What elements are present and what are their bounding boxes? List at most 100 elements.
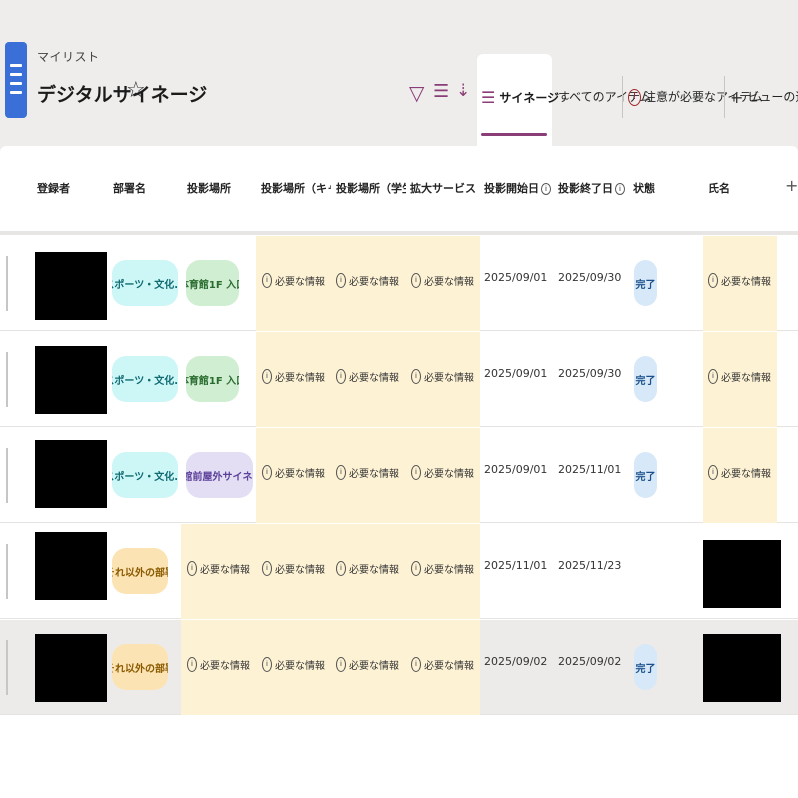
redacted-registrant (35, 252, 107, 320)
required-info: i 必要な情報 (336, 561, 399, 576)
add-view-label: ビューの追加 (747, 90, 798, 104)
start-date: 2025/09/01 (484, 367, 548, 380)
end-date: 2025/11/23 (558, 559, 622, 572)
column-header-department[interactable]: 部署名 (113, 180, 146, 196)
required-info: i 必要な情報 (708, 465, 771, 480)
required-info: i 必要な情報 (187, 657, 250, 672)
required-info: i 必要な情報 (262, 273, 325, 288)
column-header-start-date[interactable]: 投影開始日 i (484, 180, 551, 196)
column-header-location-student[interactable]: 投影場所（学生課） (336, 180, 406, 196)
required-info: i 必要な情報 (411, 465, 474, 480)
column-header-label: 投影開始日 (484, 182, 539, 195)
required-info: i 必要な情報 (708, 273, 771, 288)
column-header-location-career[interactable]: 投影場所（キャリ... (261, 180, 331, 196)
info-icon: i (336, 465, 346, 480)
page-title[interactable]: デジタルサイネージ (37, 80, 207, 107)
star-outline-icon[interactable]: ☆ (126, 80, 146, 102)
info-icon: i (262, 273, 272, 288)
tab-signage[interactable]: ☰ サイネージ ⌄ (477, 54, 571, 146)
table-row[interactable]: スポーツ・文化... 体育館1F 入口 i必要な情報 i必要な情報 i必要な情報… (0, 236, 798, 331)
row-select-handle[interactable] (6, 256, 8, 311)
info-icon: i (187, 561, 197, 576)
list-icon (5, 42, 27, 118)
column-header-end-date[interactable]: 投影終了日 i (558, 180, 625, 196)
sort-icon[interactable]: ⇣ (456, 83, 470, 100)
info-icon: i (262, 561, 272, 576)
required-info: i 必要な情報 (411, 561, 474, 576)
row-select-handle[interactable] (6, 544, 8, 599)
list-view-icon: ☰ (481, 88, 496, 107)
required-label: 必要な情報 (275, 373, 325, 384)
list-header: マイリスト デジタルサイネージ ☆ ▽ ☰ ⇣ ☰ サイネージ ⌄ すべてのアイ… (0, 0, 798, 146)
info-icon: i (411, 561, 421, 576)
redacted-registrant (35, 346, 107, 414)
status-badge: 完了 (634, 260, 657, 306)
required-label: 必要な情報 (424, 565, 474, 576)
required-label: 必要な情報 (721, 373, 771, 384)
table-row[interactable]: それ以外の部署 i必要な情報 i必要な情報 i必要な情報 i必要な情報 2025… (0, 620, 798, 715)
required-info: i 必要な情報 (336, 657, 399, 672)
required-label: 必要な情報 (349, 373, 399, 384)
group-by-icon[interactable]: ☰ (433, 83, 449, 101)
redacted-name (703, 634, 781, 702)
end-date: 2025/09/30 (558, 367, 622, 380)
row-select-handle[interactable] (6, 352, 8, 407)
tab-label: サイネージ (499, 91, 560, 105)
column-header-status[interactable]: 状態 (633, 180, 655, 196)
status-badge: 完了 (634, 644, 657, 690)
table-row[interactable]: それ以外の部署 i必要な情報 i必要な情報 i必要な情報 i必要な情報 2025… (0, 524, 798, 619)
end-date: 2025/09/02 (558, 655, 622, 668)
required-label: 必要な情報 (200, 565, 250, 576)
divider (724, 76, 725, 118)
table-row[interactable]: スポーツ・文化... C館前屋外サイネ... i必要な情報 i必要な情報 i必要… (0, 428, 798, 523)
required-label: 必要な情報 (721, 277, 771, 288)
location-pill: 体育館1F 入口 (186, 260, 239, 306)
warning-icon: ! (628, 89, 641, 106)
info-icon: i (262, 465, 272, 480)
column-header-name[interactable]: 氏名 (708, 180, 730, 196)
required-info: i 必要な情報 (708, 369, 771, 384)
required-info: i 必要な情報 (336, 465, 399, 480)
info-icon: i (708, 273, 718, 288)
filter-icon[interactable]: ▽ (409, 83, 424, 103)
row-select-handle[interactable] (6, 448, 8, 503)
info-icon: i (262, 369, 272, 384)
required-label: 必要な情報 (349, 277, 399, 288)
redacted-name (703, 540, 781, 608)
end-date: 2025/09/30 (558, 271, 622, 284)
start-date: 2025/09/01 (484, 463, 548, 476)
start-date: 2025/11/01 (484, 559, 548, 572)
column-header-label: 投影終了日 (558, 182, 613, 195)
column-header-expansion-service[interactable]: 拡大サービス (410, 180, 476, 196)
location-pill: C館前屋外サイネ... (186, 452, 253, 498)
add-column-button[interactable]: + (785, 176, 798, 195)
info-icon: i (541, 183, 551, 195)
required-info: i 必要な情報 (262, 465, 325, 480)
required-label: 必要な情報 (721, 469, 771, 480)
breadcrumb[interactable]: マイリスト (37, 48, 100, 65)
column-header-registrant[interactable]: 登録者 (37, 180, 70, 196)
info-icon: i (336, 369, 346, 384)
status-badge: 完了 (634, 356, 657, 402)
status-badge: 完了 (634, 452, 657, 498)
info-icon: i (262, 657, 272, 672)
row-select-handle[interactable] (6, 640, 8, 695)
required-info: i 必要な情報 (187, 561, 250, 576)
table-row[interactable]: スポーツ・文化... 体育館1F 入口 i必要な情報 i必要な情報 i必要な情報… (0, 332, 798, 427)
location-pill: 体育館1F 入口 (186, 356, 239, 402)
add-view-button[interactable]: +ビューの追加 (730, 88, 798, 107)
required-label: 必要な情報 (349, 469, 399, 480)
start-date: 2025/09/01 (484, 271, 548, 284)
required-info: i 必要な情報 (262, 657, 325, 672)
required-label: 必要な情報 (349, 661, 399, 672)
info-icon: i (708, 369, 718, 384)
tab-underline (481, 133, 547, 136)
info-icon: i (411, 273, 421, 288)
department-pill: スポーツ・文化... (112, 260, 178, 306)
end-date: 2025/11/01 (558, 463, 622, 476)
info-icon: i (336, 657, 346, 672)
column-header-location[interactable]: 投影場所 (187, 180, 231, 196)
department-pill: それ以外の部署 (112, 644, 168, 690)
column-headers: 登録者 部署名 投影場所 投影場所（キャリ... 投影場所（学生課） 拡大サービ… (0, 146, 798, 235)
required-label: 必要な情報 (424, 661, 474, 672)
